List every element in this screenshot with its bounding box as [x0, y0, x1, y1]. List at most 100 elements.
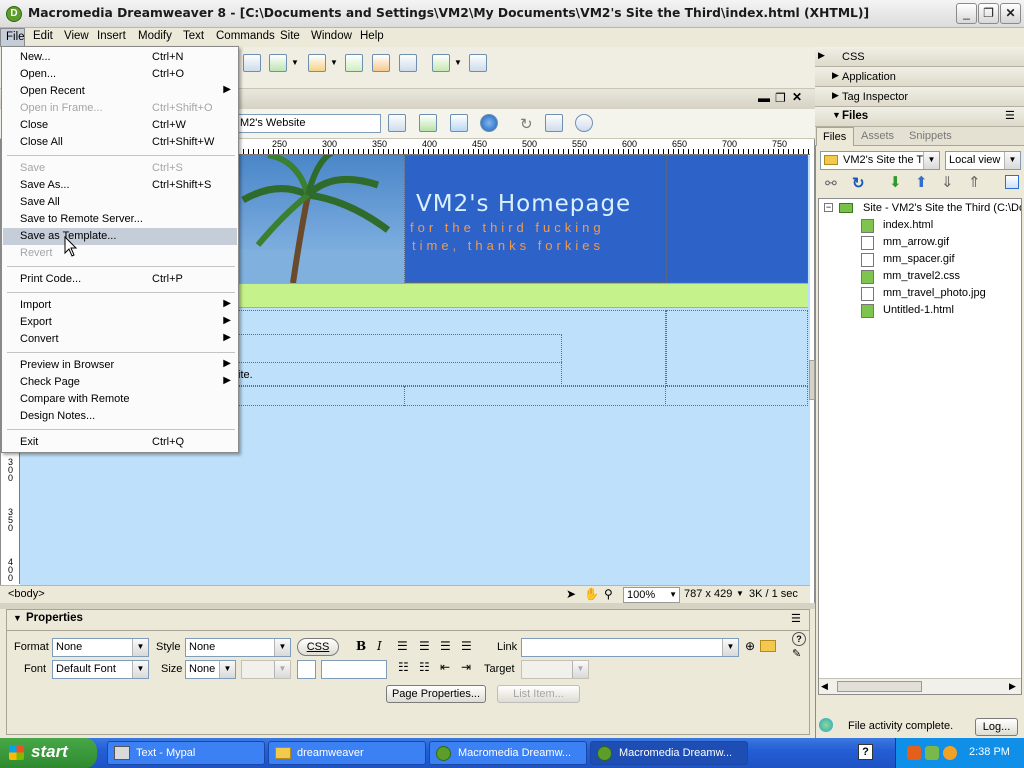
date-icon[interactable]	[345, 54, 363, 72]
file-item[interactable]: Untitled-1.html	[861, 304, 954, 318]
menu-item-compare-with-remote[interactable]: Compare with Remote	[3, 391, 237, 408]
server-side-include-icon[interactable]	[372, 54, 390, 72]
page-title-input[interactable]: M2's Website	[236, 114, 381, 133]
window-size[interactable]: 787 x 429	[684, 588, 732, 600]
align-left-icon[interactable]: ☰	[397, 639, 408, 653]
chevron-down-icon[interactable]: ▼	[454, 58, 462, 67]
file-item[interactable]: index.html	[861, 219, 933, 233]
tag-selector[interactable]: <body>	[8, 588, 45, 600]
file-item[interactable]: mm_arrow.gif	[861, 236, 949, 250]
check-out-icon[interactable]: ⇓	[941, 173, 954, 191]
list-item-button[interactable]: List Item...	[497, 685, 580, 703]
media-icon[interactable]	[308, 54, 326, 72]
scroll-left-icon[interactable]: ◀	[821, 681, 828, 692]
point-to-file-icon[interactable]: ⊕	[745, 639, 755, 653]
link-input[interactable]: ▼	[521, 638, 739, 657]
menu-item-preview-in-browser[interactable]: Preview in Browser ▶	[3, 357, 237, 374]
clock[interactable]: 2:38 PM	[969, 746, 1010, 758]
taskbar-task[interactable]: Text - Mypal	[107, 741, 265, 765]
minimize-icon[interactable]: _	[956, 3, 977, 24]
doc-close-icon[interactable]: ✕	[792, 90, 802, 104]
menu-item-revert[interactable]: Revert	[3, 245, 237, 262]
tag-inspector-panel-header[interactable]: ▶ Tag Inspector	[815, 87, 1024, 107]
scroll-thumb[interactable]	[837, 681, 922, 692]
site-root-label[interactable]: Site - VM2's Site the Third (C:\Doc	[863, 202, 1021, 214]
application-panel-header[interactable]: ▶ Application	[815, 67, 1024, 87]
tab-snippets[interactable]: Snippets	[909, 130, 952, 142]
css-panel-header[interactable]: ▶ CSS	[815, 47, 1024, 67]
get-files-icon[interactable]: ⬇	[889, 173, 902, 191]
italic-button[interactable]: I	[377, 639, 382, 653]
chevron-down-icon[interactable]: ▼	[291, 58, 299, 67]
comment-icon[interactable]	[399, 54, 417, 72]
size-unit-select[interactable]: ▼	[241, 660, 291, 679]
menu-item-import[interactable]: Import ▶	[3, 297, 237, 314]
check-in-icon[interactable]: ⇑	[968, 173, 981, 191]
align-center-icon[interactable]: ☰	[419, 639, 430, 653]
menu-item-open-in-frame[interactable]: Open in Frame... Ctrl+Shift+O	[3, 100, 237, 117]
menu-item-save[interactable]: Save Ctrl+S	[3, 160, 237, 177]
file-item[interactable]: mm_travel_photo.jpg	[861, 287, 986, 301]
menu-item-exit[interactable]: Exit Ctrl+Q	[3, 434, 237, 451]
menu-item-save-as[interactable]: Save As... Ctrl+Shift+S	[3, 177, 237, 194]
sync-icon[interactable]	[450, 114, 468, 132]
menu-item-export[interactable]: Export ▶	[3, 314, 237, 331]
taskbar-task[interactable]: dreamweaver	[268, 741, 426, 765]
tray-app-icon[interactable]	[907, 746, 921, 760]
pointer-tool-icon[interactable]: ➤	[566, 587, 576, 601]
text-color-input[interactable]	[321, 660, 387, 679]
justify-icon[interactable]: ☰	[461, 639, 472, 653]
doc-restore-icon[interactable]: ❐	[775, 91, 786, 105]
menu-help[interactable]: Help	[360, 30, 384, 42]
options-menu-icon[interactable]: ☰	[791, 612, 801, 625]
text-color-swatch[interactable]	[297, 660, 316, 679]
quick-tag-editor-icon[interactable]: ✎	[792, 647, 801, 660]
table-icon[interactable]	[243, 54, 261, 72]
menu-edit[interactable]: Edit	[33, 30, 53, 42]
menu-item-close-all[interactable]: Close All Ctrl+Shift+W	[3, 134, 237, 151]
restore-icon[interactable]: ❐	[978, 3, 999, 24]
menu-item-save-as-template[interactable]: Save as Template...	[3, 228, 237, 245]
log-button[interactable]: Log...	[975, 718, 1018, 736]
indent-icon[interactable]: ⇥	[461, 660, 471, 674]
refresh-icon[interactable]: ↻	[520, 115, 533, 133]
zoom-select[interactable]: 100% ▼	[623, 587, 680, 603]
menu-file[interactable]: File	[0, 28, 25, 47]
file-management-icon[interactable]	[419, 114, 437, 132]
menu-insert[interactable]: Insert	[97, 30, 126, 42]
menu-modify[interactable]: Modify	[138, 30, 172, 42]
bold-button[interactable]: B	[356, 639, 366, 653]
connect-icon[interactable]: ⚯	[825, 175, 837, 192]
size-select[interactable]: None ▼	[185, 660, 236, 679]
options-menu-icon[interactable]: ☰	[1005, 109, 1015, 122]
visual-aids-icon[interactable]	[575, 114, 593, 132]
menu-site[interactable]: Site	[280, 30, 300, 42]
file-item[interactable]: mm_spacer.gif	[861, 253, 955, 267]
tag-chooser-icon[interactable]	[469, 54, 487, 72]
font-select[interactable]: Default Font ▼	[52, 660, 149, 679]
taskbar-task[interactable]: Macromedia Dreamw...	[429, 741, 587, 765]
page-properties-button[interactable]: Page Properties...	[386, 685, 486, 703]
close-icon[interactable]: ✕	[1000, 3, 1021, 24]
target-select[interactable]: ▼	[521, 660, 589, 679]
doc-minimize-icon[interactable]: ▬	[758, 91, 770, 105]
tab-assets[interactable]: Assets	[861, 130, 894, 142]
taskbar-task-active[interactable]: Macromedia Dreamw...	[590, 741, 748, 765]
zoom-tool-icon[interactable]: ⚲	[604, 587, 613, 601]
menu-item-design-notes[interactable]: Design Notes...	[3, 408, 237, 425]
css-button[interactable]: CSS	[297, 638, 339, 656]
put-files-icon[interactable]: ⬆	[915, 173, 928, 191]
unordered-list-icon[interactable]: ☷	[398, 660, 409, 674]
help-tray-icon[interactable]: ?	[858, 744, 873, 760]
tray-network-icon[interactable]	[925, 746, 939, 760]
image-icon[interactable]	[269, 54, 287, 72]
format-select[interactable]: None ▼	[52, 638, 149, 657]
expand-panel-icon[interactable]	[1005, 175, 1019, 189]
horizontal-scrollbar[interactable]: ◀ ▶	[819, 678, 1021, 694]
menu-item-new[interactable]: New... Ctrl+N	[3, 49, 237, 66]
menu-item-save-all[interactable]: Save All	[3, 194, 237, 211]
menu-item-convert[interactable]: Convert ▶	[3, 331, 237, 348]
tab-files[interactable]: Files	[816, 127, 854, 146]
chevron-down-icon[interactable]: ▼	[330, 58, 338, 67]
scroll-right-icon[interactable]: ▶	[1009, 681, 1016, 692]
